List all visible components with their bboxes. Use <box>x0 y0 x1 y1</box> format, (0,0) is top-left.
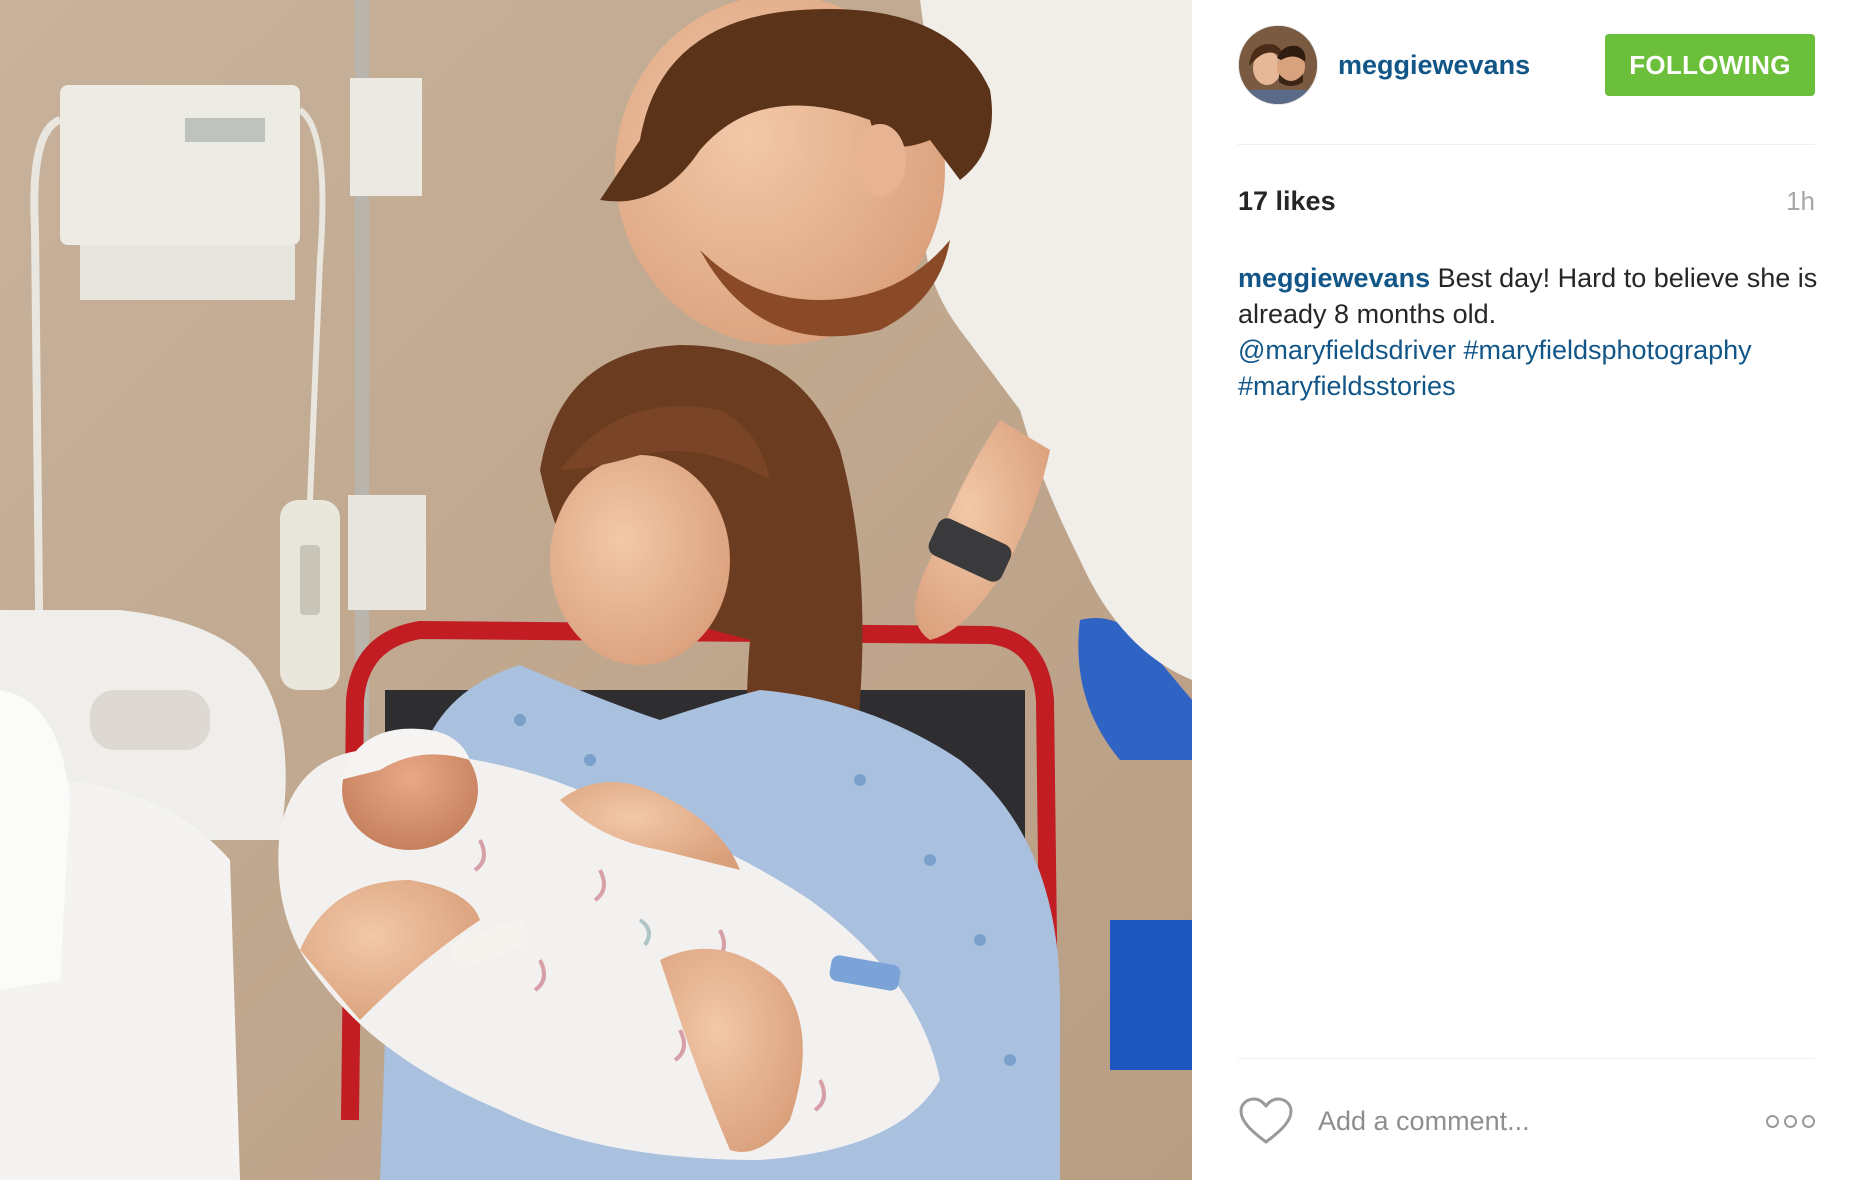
post-details-panel: meggiewevans FOLLOWING 17 likes 1h meggi… <box>1192 0 1852 1180</box>
dot-icon <box>1766 1114 1779 1128</box>
post-footer <box>1238 1090 1815 1152</box>
likes-count[interactable]: 17 likes <box>1238 186 1336 217</box>
dot-icon <box>1784 1114 1797 1128</box>
comment-input[interactable] <box>1316 1104 1740 1138</box>
more-options-icon[interactable] <box>1766 1114 1815 1128</box>
post-photo[interactable] <box>0 0 1192 1180</box>
heart-outline-icon[interactable] <box>1238 1096 1294 1146</box>
avatar[interactable] <box>1238 25 1318 105</box>
mention-link[interactable]: @maryfieldsdriver <box>1238 335 1456 365</box>
footer-divider <box>1238 1058 1815 1059</box>
post-header: meggiewevans FOLLOWING <box>1238 24 1815 106</box>
post-timestamp[interactable]: 1h <box>1786 186 1815 217</box>
post-meta: 17 likes 1h <box>1238 186 1815 217</box>
header-divider <box>1238 144 1815 145</box>
author-username-link[interactable]: meggiewevans <box>1338 50 1530 81</box>
caption-username-link[interactable]: meggiewevans <box>1238 263 1430 293</box>
hashtag-link[interactable]: #maryfieldsphotography <box>1463 335 1751 365</box>
avatar-image <box>1239 26 1317 104</box>
dot-icon <box>1802 1114 1815 1128</box>
post-photo-image <box>0 0 1192 1180</box>
hashtag-link[interactable]: #maryfieldsstories <box>1238 371 1456 401</box>
following-button[interactable]: FOLLOWING <box>1605 34 1815 96</box>
post-caption: meggiewevans Best day! Hard to believe s… <box>1238 260 1818 404</box>
